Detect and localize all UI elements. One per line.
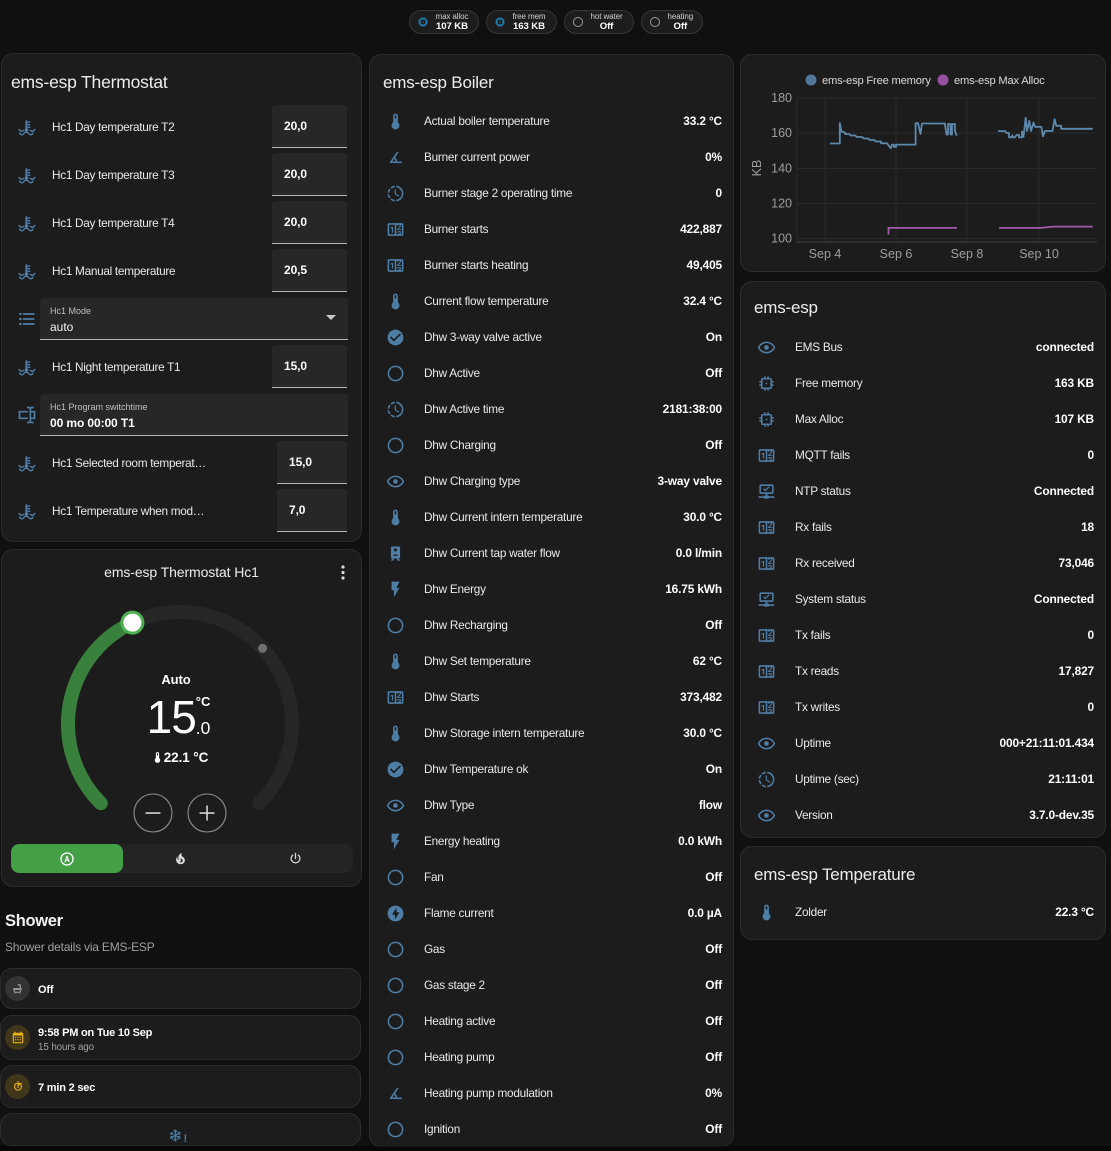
svg-text:KB: KB bbox=[750, 160, 764, 177]
svg-text:Sep 4: Sep 4 bbox=[809, 247, 842, 261]
svg-text:180: 180 bbox=[771, 91, 792, 105]
svg-text:Sep 6: Sep 6 bbox=[880, 247, 913, 261]
svg-text:120: 120 bbox=[771, 197, 792, 211]
svg-text:Sep 10: Sep 10 bbox=[1019, 247, 1059, 261]
svg-text:140: 140 bbox=[771, 162, 792, 176]
svg-text:Sep 8: Sep 8 bbox=[951, 247, 984, 261]
svg-text:ems-esp Max Alloc: ems-esp Max Alloc bbox=[954, 75, 1045, 87]
svg-text:ems-esp Free memory: ems-esp Free memory bbox=[822, 75, 931, 87]
svg-text:100: 100 bbox=[771, 232, 792, 246]
svg-text:160: 160 bbox=[771, 126, 792, 140]
